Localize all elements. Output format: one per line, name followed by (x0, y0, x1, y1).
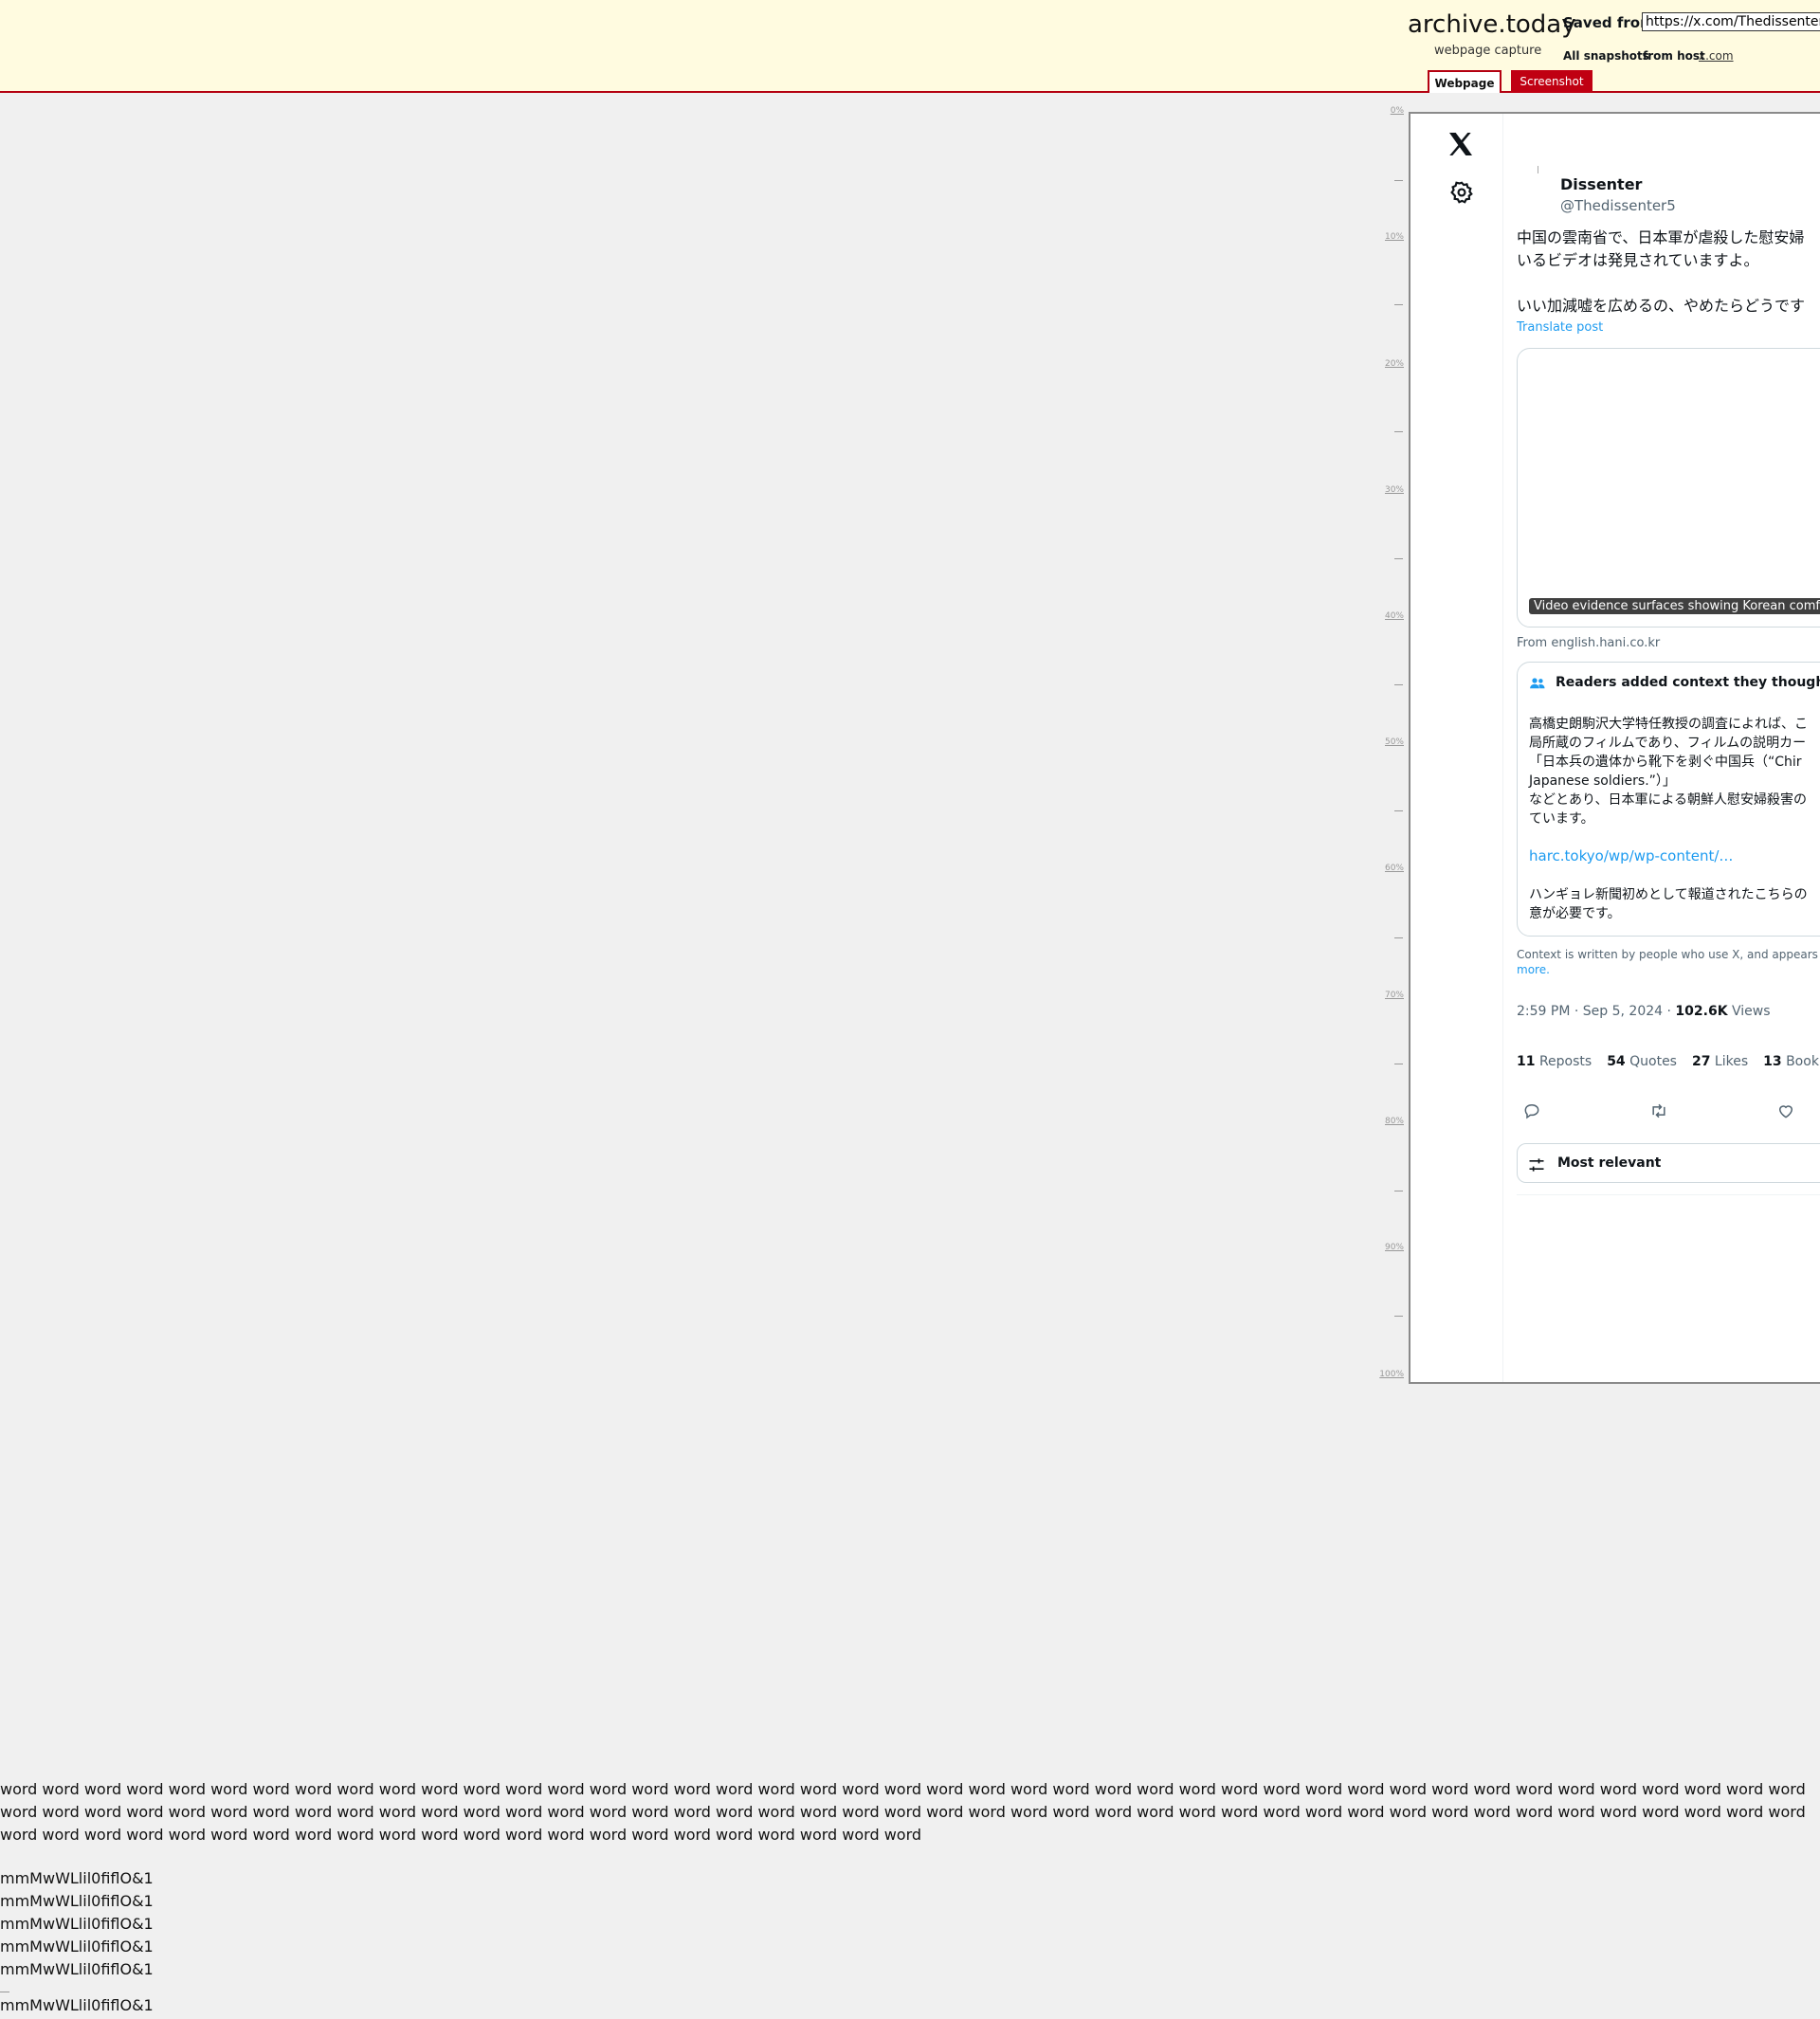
engagement-stats: 11 Reposts 54 Quotes 27 Likes 13 Bookma (1517, 1054, 1820, 1069)
tweet-text-line: 中国の雲南省で、日本軍が虐殺した慰安婦 (1517, 228, 1805, 246)
note-line: Japanese soldiers.”）」 (1529, 773, 1676, 789)
glyph-line: mmMwWLlil0fiflO&1 (0, 1869, 154, 1887)
from-host-label: from host (1643, 49, 1705, 63)
likes-stat[interactable]: 27 Likes (1692, 1054, 1748, 1069)
tweet-text-line: いるビデオは発見されていますよ。 (1517, 251, 1759, 269)
ruler-mark[interactable]: 80% (1385, 1117, 1404, 1126)
post-date: Sep 5, 2024 (1582, 1004, 1664, 1019)
sliders-icon (1529, 1158, 1544, 1172)
author-handle[interactable]: @Thedissenter5 (1560, 197, 1676, 214)
archive-header: archive.today webpage capture Saved from… (0, 0, 1820, 93)
ruler-dash (1394, 431, 1403, 432)
all-snapshots-link[interactable]: All snapshots (1563, 49, 1649, 63)
learn-more-link[interactable]: more. (1517, 963, 1550, 976)
note-source-link[interactable]: harc.tokyo/wp/wp-content/… (1529, 847, 1733, 864)
note-line: 意が必要です。 (1529, 906, 1621, 921)
ruler-dash (1394, 937, 1403, 938)
bookmarks-stat[interactable]: 13 Bookma (1763, 1054, 1820, 1069)
glyph-line: mmMwWLlil0fiflO&1 (0, 1937, 154, 1955)
author-name[interactable]: Dissenter (1560, 175, 1642, 193)
views-label: Views (1732, 1004, 1771, 1019)
archive-logo[interactable]: archive.today (1408, 10, 1576, 39)
ruler-mark[interactable]: 50% (1385, 737, 1404, 747)
ruler-dash (1394, 810, 1403, 811)
filler-words: word word word word word word word word … (0, 1780, 1806, 1844)
host-link[interactable]: x.com (1699, 49, 1734, 63)
ruler-dash (1394, 684, 1403, 685)
community-note: Readers added context they thought peo 高… (1517, 662, 1820, 937)
view-count: 102.6K (1675, 1004, 1728, 1019)
tab-webpage[interactable]: Webpage (1428, 70, 1502, 93)
ruler-mark[interactable]: 90% (1385, 1243, 1404, 1252)
side-nav (1410, 114, 1503, 1382)
people-icon (1530, 678, 1545, 689)
heart-icon[interactable] (1776, 1101, 1795, 1120)
gear-icon[interactable] (1449, 180, 1474, 205)
note-footer: Context is written by people who use X, … (1517, 948, 1820, 961)
reply-sort-dropdown[interactable]: Most relevant (1517, 1143, 1820, 1183)
saved-url-field[interactable] (1642, 12, 1820, 31)
quotes-stat[interactable]: 54 Quotes (1607, 1054, 1677, 1069)
ruler-mark[interactable]: 40% (1385, 611, 1404, 621)
note-line: ています。 (1529, 811, 1594, 827)
reposts-stat[interactable]: 11 Reposts (1517, 1054, 1592, 1069)
translate-post-link[interactable]: Translate post (1517, 320, 1603, 335)
reply-icon[interactable] (1522, 1101, 1541, 1120)
note-line: 局所蔵のフィルムであり、フィルムの説明カー (1529, 736, 1807, 751)
glyph-line: mmMwWLlil0fiflO&1 (0, 1915, 154, 1933)
note-line: 高橋史朗駒沢大学特任教授の調査によれば、こ (1529, 717, 1808, 732)
card-caption: Video evidence surfaces showing Korean c… (1529, 598, 1820, 614)
link-card[interactable]: Video evidence surfaces showing Korean c… (1517, 348, 1820, 628)
retweet-icon[interactable] (1649, 1101, 1668, 1120)
post-timestamp[interactable]: 2:59 PM · Sep 5, 2024 · 102.6K Views (1517, 1004, 1771, 1019)
note-line: 「日本兵の遺体から靴下を剥ぐ中国兵（“Chir (1529, 755, 1802, 770)
captured-page: Dissenter @Thedissenter5 中国の雲南省で、日本軍が虐殺し… (1409, 112, 1820, 1384)
divider (1517, 1194, 1820, 1195)
ruler-dash (1394, 558, 1403, 559)
tab-screenshot[interactable]: Screenshot (1511, 70, 1592, 93)
sort-label: Most relevant (1557, 1155, 1662, 1171)
ruler-mark[interactable]: 70% (1385, 991, 1404, 1000)
glyph-line: mmMwWLlil0fiflO&1 (0, 1996, 154, 2014)
ruler-mark[interactable]: 30% (1385, 485, 1404, 495)
post-time: 2:59 PM (1517, 1004, 1571, 1019)
ruler-mark[interactable]: 0% (1391, 106, 1404, 116)
x-logo-icon[interactable] (1446, 129, 1476, 159)
note-line: などとあり、日本軍による朝鮮人慰安婦殺害の (1529, 792, 1808, 808)
ruler-mark[interactable]: 10% (1385, 232, 1404, 242)
ruler-dash (1394, 180, 1403, 181)
archive-subtitle: webpage capture (1434, 44, 1542, 58)
glyph-line: mmMwWLlil0fiflO&1 (0, 1892, 154, 1910)
ruler-dash (1394, 304, 1403, 305)
ruler-dash (1394, 1316, 1403, 1317)
note-line: ハンギョレ新聞初めとして報道されたこちらの (1529, 887, 1808, 902)
ruler-mark[interactable]: 60% (1385, 864, 1404, 873)
ruler-mark[interactable]: 100% (1379, 1370, 1404, 1379)
glyph-line: mmMwWLlil0fiflO&1 (0, 1960, 154, 1978)
ruler-mark[interactable]: 20% (1385, 359, 1404, 369)
note-title: Readers added context they thought peo (1556, 675, 1820, 690)
tweet-text-line: いい加減嘘を広めるの、やめたらどうです (1517, 297, 1806, 315)
card-source[interactable]: From english.hani.co.kr (1517, 636, 1660, 650)
